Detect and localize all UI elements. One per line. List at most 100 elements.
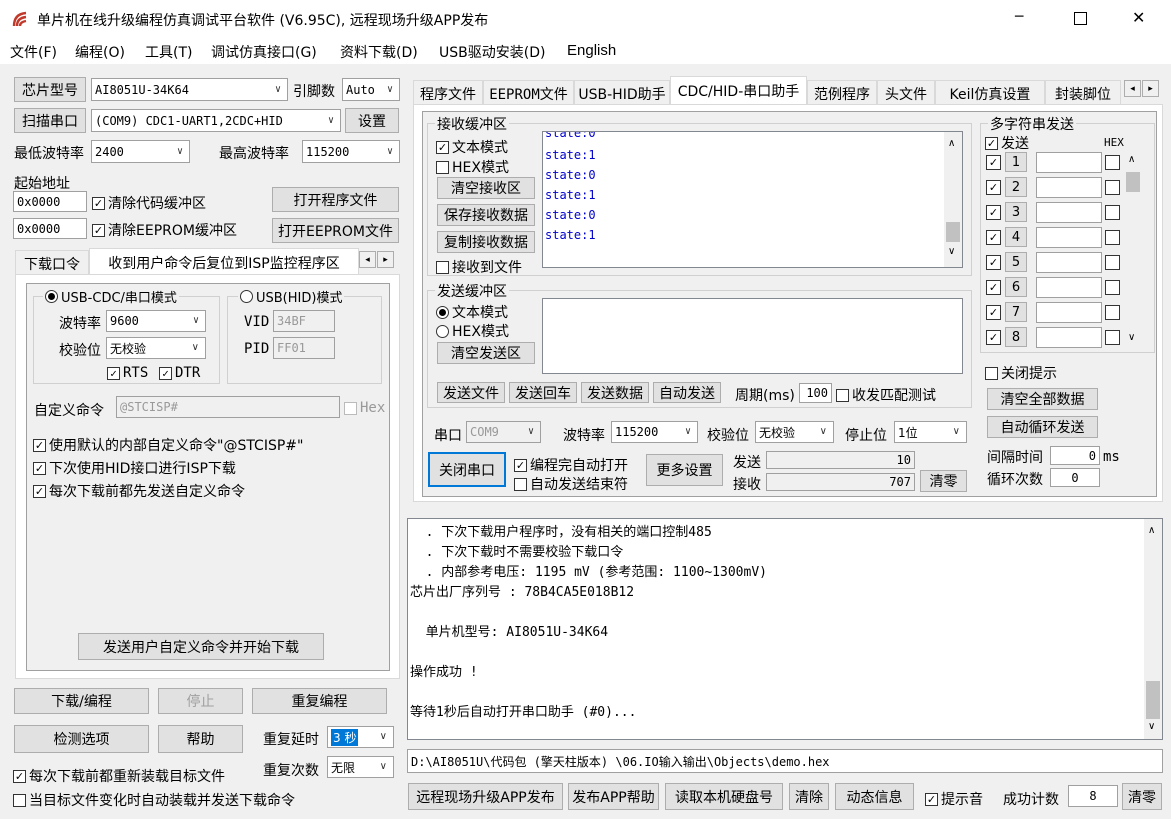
send-text-mode-radio[interactable]: 文本模式 <box>436 302 508 322</box>
tab-scroll-right-icon[interactable]: ▸ <box>377 251 394 268</box>
start-addr-input[interactable]: 0x0000 <box>13 191 87 212</box>
clear-code-checkbox[interactable]: ✓ 清除代码缓冲区 <box>92 193 206 213</box>
multi-input-3[interactable] <box>1036 202 1102 223</box>
hex-mode-checkbox[interactable]: HEX模式 <box>436 157 509 177</box>
use-default-cmd-checkbox[interactable]: ✓ 使用默认的内部自定义命令"@STCISP#" <box>33 435 303 455</box>
settings-button[interactable]: 设置 <box>345 108 399 133</box>
max-baud-select[interactable]: 115200 ∨ <box>302 140 400 163</box>
repeat-count-select[interactable]: 无限 ∨ <box>327 756 394 778</box>
multi-send-button-7[interactable]: 7 <box>1005 302 1027 322</box>
send-enter-button[interactable]: 发送回车 <box>509 382 577 403</box>
multi-send-button-8[interactable]: 8 <box>1005 327 1027 347</box>
reload-target-checkbox[interactable]: ✓ 每次下载前都重新装载目标文件 <box>13 766 225 786</box>
multi-send-button-6[interactable]: 6 <box>1005 277 1027 297</box>
checkbox-checked-icon[interactable]: ✓ <box>986 180 1001 195</box>
multi-hex-checkbox-1[interactable] <box>1105 155 1120 170</box>
multi-input-7[interactable] <box>1036 302 1102 323</box>
tab-headers[interactable]: 头文件 <box>877 80 935 106</box>
open-program-button[interactable]: 打开程序文件 <box>272 187 399 212</box>
multi-input-5[interactable] <box>1036 252 1102 273</box>
auto-end-checkbox[interactable]: 自动发送结束符 <box>514 474 628 494</box>
text-mode-checkbox[interactable]: ✓ 文本模式 <box>436 137 508 157</box>
eeprom-addr-input[interactable]: 0x0000 <box>13 218 87 239</box>
send-hex-mode-radio[interactable]: HEX模式 <box>436 321 509 341</box>
multi-hex-checkbox-5[interactable] <box>1105 255 1120 270</box>
tab-usb-hid[interactable]: USB-HID助手 <box>574 80 670 106</box>
auto-reload-checkbox[interactable]: 当目标文件变化时自动装载并发送下载命令 <box>13 790 295 810</box>
menu-debug[interactable]: 调试仿真接口(G) <box>211 42 317 62</box>
close-button[interactable]: ✕ <box>1132 8 1145 27</box>
minimize-button[interactable]: ─ <box>1015 9 1023 25</box>
multi-send-button-1[interactable]: 1 <box>1005 152 1027 172</box>
match-test-checkbox[interactable]: 收发匹配测试 <box>836 385 936 405</box>
multi-hex-checkbox-3[interactable] <box>1105 205 1120 220</box>
remote-upgrade-button[interactable]: 远程现场升级APP发布 <box>408 783 563 810</box>
chip-model-select[interactable]: AI8051U-34K64 ∨ <box>91 78 288 101</box>
serial-parity-select[interactable]: 无校验 ∨ <box>755 421 834 443</box>
auto-open-checkbox[interactable]: ✓ 编程完自动打开 <box>514 455 628 475</box>
multi-hex-checkbox-7[interactable] <box>1105 305 1120 320</box>
chevron-down-icon[interactable]: ∨ <box>948 246 955 257</box>
checkbox-checked-icon[interactable]: ✓ <box>986 230 1001 245</box>
tab-scroll-left-icon[interactable]: ◂ <box>359 251 376 268</box>
multi-send-checkbox[interactable]: ✓ 发送 <box>985 133 1029 153</box>
auto-send-button[interactable]: 自动发送 <box>653 382 721 403</box>
clear-recv-button[interactable]: 清空接收区 <box>437 177 535 199</box>
tab-reset-isp[interactable]: 收到用户命令后复位到ISP监控程序区 <box>89 248 359 276</box>
multi-hex-checkbox-6[interactable] <box>1105 280 1120 295</box>
rts-checkbox[interactable]: ✓ RTS <box>107 365 148 381</box>
clear-success-button[interactable]: 清零 <box>1122 783 1162 810</box>
menu-english[interactable]: English <box>567 42 616 59</box>
scrollbar-thumb[interactable] <box>1126 172 1140 192</box>
send-custom-cmd-button[interactable]: 发送用户自定义命令并开始下载 <box>78 633 324 660</box>
use-hid-checkbox[interactable]: ✓ 下次使用HID接口进行ISP下载 <box>33 458 236 478</box>
multi-hex-checkbox-8[interactable] <box>1105 330 1120 345</box>
chevron-down-icon[interactable]: ∨ <box>1128 332 1135 343</box>
help-button[interactable]: 帮助 <box>158 725 243 753</box>
menu-file[interactable]: 文件(F) <box>10 42 57 62</box>
menu-tools[interactable]: 工具(T) <box>145 42 192 62</box>
auto-loop-button[interactable]: 自动循环发送 <box>987 416 1098 438</box>
multi-input-1[interactable] <box>1036 152 1102 173</box>
chevron-up-icon[interactable]: ∧ <box>1148 525 1155 536</box>
multi-scrollbar[interactable]: ∧ ∨ <box>1124 152 1142 348</box>
tab-download-password[interactable]: 下载口令 <box>15 250 89 276</box>
send-file-button[interactable]: 发送文件 <box>437 382 505 403</box>
tab-keil[interactable]: Keil仿真设置 <box>935 80 1045 106</box>
tab-package[interactable]: 封装脚位 <box>1045 80 1121 106</box>
multi-input-6[interactable] <box>1036 277 1102 298</box>
read-disk-button[interactable]: 读取本机硬盘号 <box>665 783 783 810</box>
recv-to-file-checkbox[interactable]: 接收到文件 <box>436 257 522 277</box>
parity-select[interactable]: 无校验 ∨ <box>106 337 206 359</box>
min-baud-select[interactable]: 2400 ∨ <box>91 140 190 163</box>
save-recv-button[interactable]: 保存接收数据 <box>437 204 535 226</box>
usb-cdc-radio[interactable]: USB-CDC/串口模式 <box>43 287 179 306</box>
chevron-down-icon[interactable]: ∨ <box>1148 721 1155 732</box>
recv-textarea[interactable]: state:0 state:1 state:0 state:1 state:0 … <box>542 131 963 268</box>
check-options-button[interactable]: 检测选项 <box>14 725 149 753</box>
tab-scroll-left-icon[interactable]: ◂ <box>1124 80 1141 97</box>
pins-select[interactable]: Auto ∨ <box>342 78 400 101</box>
log-output[interactable]: . 下次下载用户程序时，没有相关的端口控制485 . 下次下载时不需要校验下载口… <box>407 518 1163 740</box>
tab-eeprom-file[interactable]: EEPROM文件 <box>483 80 574 106</box>
open-eeprom-button[interactable]: 打开EEPROM文件 <box>272 218 399 243</box>
multi-input-2[interactable] <box>1036 177 1102 198</box>
more-settings-button[interactable]: 更多设置 <box>646 454 723 486</box>
multi-hex-checkbox-4[interactable] <box>1105 230 1120 245</box>
tab-cdc-serial[interactable]: CDC/HID-串口助手 <box>670 76 807 104</box>
stop-button[interactable]: 停止 <box>158 688 243 714</box>
scrollbar-thumb[interactable] <box>946 222 960 242</box>
checkbox-checked-icon[interactable]: ✓ <box>986 205 1001 220</box>
reprogram-button[interactable]: 重复编程 <box>252 688 387 714</box>
log-scrollbar[interactable]: ∧ ∨ <box>1144 519 1162 739</box>
copy-recv-button[interactable]: 复制接收数据 <box>437 231 535 253</box>
menu-download[interactable]: 资料下载(D) <box>340 42 418 62</box>
checkbox-checked-icon[interactable]: ✓ <box>986 305 1001 320</box>
chevron-up-icon[interactable]: ∧ <box>1128 154 1135 165</box>
send-textarea[interactable] <box>542 298 963 374</box>
close-hint-checkbox[interactable]: 关闭提示 <box>985 363 1057 383</box>
beep-checkbox[interactable]: ✓ 提示音 <box>925 789 983 809</box>
multi-input-4[interactable] <box>1036 227 1102 248</box>
dtr-checkbox[interactable]: ✓ DTR <box>159 365 200 381</box>
multi-send-button-5[interactable]: 5 <box>1005 252 1027 272</box>
